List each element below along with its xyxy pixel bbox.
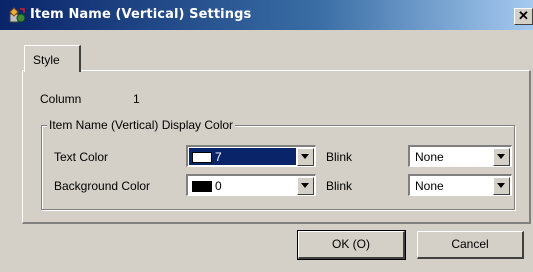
display-color-group-title: Item Name (Vertical) Display Color	[47, 118, 236, 132]
text-color-field: 7	[189, 148, 296, 165]
background-color-blink-select[interactable]: None	[408, 174, 512, 196]
text-color-swatch	[192, 152, 212, 163]
ok-button[interactable]: OK (O)	[297, 230, 406, 260]
tab-style[interactable]: Style	[24, 45, 81, 72]
background-color-swatch	[192, 181, 212, 192]
background-color-field: 0	[189, 177, 296, 194]
text-color-blink-dropdown-button[interactable]	[493, 148, 510, 166]
text-color-select[interactable]: 7	[186, 145, 316, 167]
settings-dialog: Item Name (Vertical) Settings ✕ Style Co…	[0, 0, 533, 272]
chevron-down-icon	[301, 154, 309, 159]
cancel-button-label: Cancel	[451, 237, 489, 251]
window-title: Item Name (Vertical) Settings	[30, 7, 252, 22]
background-color-blink-dropdown-button[interactable]	[493, 177, 510, 195]
column-label: Column	[40, 92, 82, 106]
background-color-select[interactable]: 0	[186, 174, 316, 196]
text-color-blink-field: None	[411, 148, 492, 165]
background-color-blink-field: None	[411, 177, 492, 194]
close-icon: ✕	[518, 8, 529, 23]
background-color-value: 0	[215, 179, 222, 193]
tab-style-label: Style	[33, 53, 60, 67]
text-color-blink-value: None	[415, 150, 444, 164]
chevron-down-icon	[497, 183, 505, 188]
close-button[interactable]: ✕	[514, 8, 533, 25]
text-color-dropdown-button[interactable]	[297, 148, 314, 166]
chevron-down-icon	[497, 154, 505, 159]
text-color-label: Text Color	[54, 150, 109, 164]
background-color-blink-value: None	[415, 179, 444, 193]
display-color-group	[41, 125, 515, 210]
chevron-down-icon	[301, 183, 309, 188]
column-value: 1	[133, 92, 140, 106]
title-bar[interactable]: Item Name (Vertical) Settings ✕	[0, 0, 533, 30]
ok-button-label: OK (O)	[332, 237, 370, 251]
text-color-value: 7	[215, 150, 222, 164]
text-color-blink-label: Blink	[326, 150, 353, 164]
cancel-button[interactable]: Cancel	[417, 231, 524, 259]
text-color-blink-select[interactable]: None	[408, 145, 512, 167]
background-color-blink-label: Blink	[326, 179, 353, 193]
background-color-dropdown-button[interactable]	[297, 177, 314, 195]
background-color-label: Background Color	[54, 179, 151, 193]
app-icon	[9, 7, 26, 23]
